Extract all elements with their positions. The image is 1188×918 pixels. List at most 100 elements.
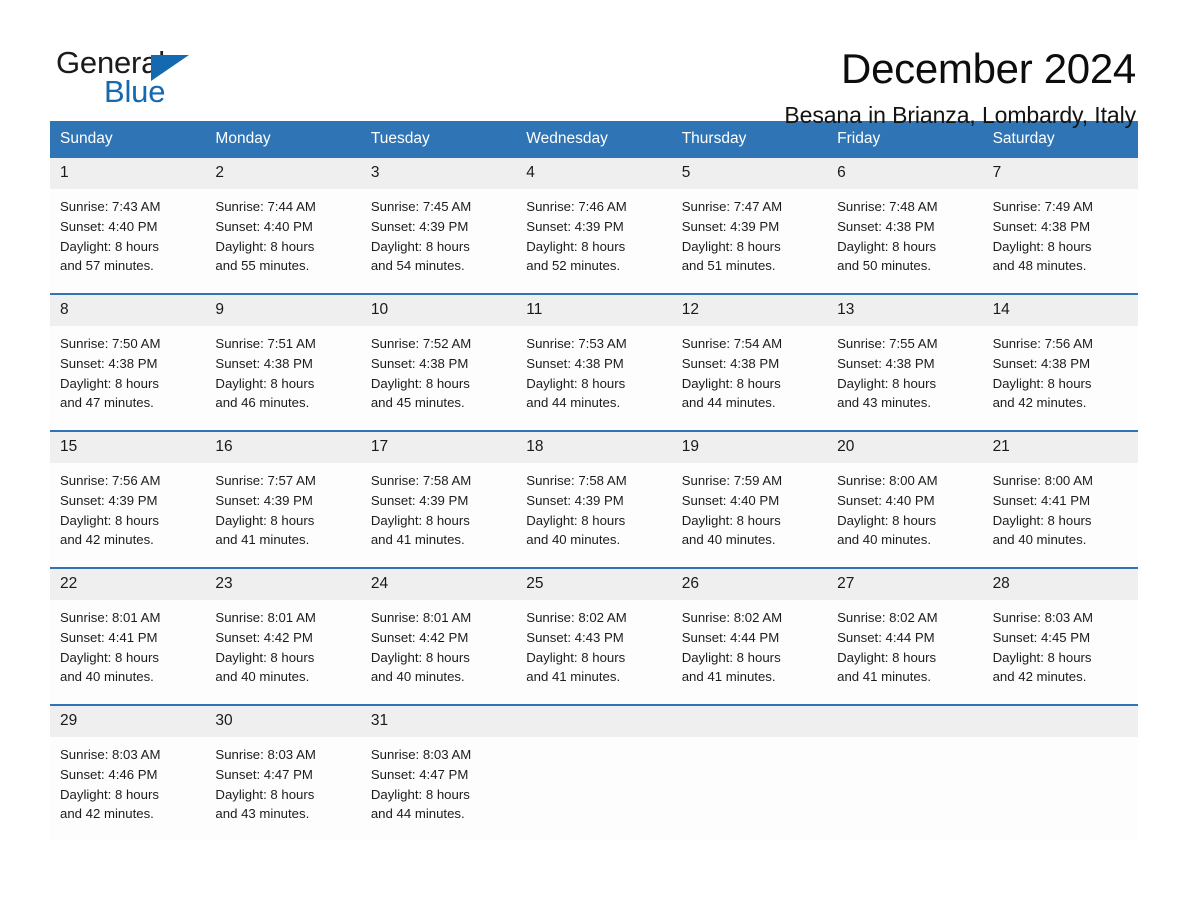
calendar-day-cell[interactable]: 13 Sunrise: 7:55 AM Sunset: 4:38 PM Dayligh… bbox=[827, 295, 983, 430]
daylight-duration-line2: and 41 minutes. bbox=[837, 669, 931, 685]
sunset-time: Sunset: 4:46 PM bbox=[60, 766, 158, 782]
sunrise-time: Sunrise: 8:02 AM bbox=[526, 610, 627, 625]
calendar-day-cell[interactable]: 4 Sunrise: 7:46 AM Sunset: 4:39 PM Daylight… bbox=[516, 158, 672, 293]
day-sun-info: Sunrise: 7:44 AM Sunset: 4:40 PM Daylight:… bbox=[205, 189, 360, 276]
day-number: 18 bbox=[516, 432, 672, 463]
calendar-day-cell[interactable]: 11 Sunrise: 7:53 AM Sunset: 4:38 PM Dayligh… bbox=[516, 295, 672, 430]
calendar-day-cell[interactable]: 20 Sunrise: 8:00 AM Sunset: 4:40 PM Dayligh… bbox=[827, 432, 983, 567]
sunset-time: Sunset: 4:38 PM bbox=[60, 355, 158, 371]
calendar-day-cell[interactable]: 6 Sunrise: 7:48 AM Sunset: 4:38 PM Daylight… bbox=[827, 158, 983, 293]
daylight-duration-line1: Daylight: 8 hours bbox=[681, 238, 781, 254]
weekday-header-tuesday: Tuesday bbox=[370, 130, 430, 147]
daylight-duration-line2: and 51 minutes. bbox=[681, 258, 776, 274]
calendar-day-cell[interactable]: 8 Sunrise: 7:50 AM Sunset: 4:38 PM Daylight… bbox=[50, 295, 206, 430]
calendar-day-cell[interactable]: 15 Sunrise: 7:56 AM Sunset: 4:39 PM Dayligh… bbox=[50, 432, 206, 567]
weekday-header-wednesday: Wednesday bbox=[526, 130, 608, 147]
day-number: 28 bbox=[982, 569, 1138, 600]
calendar-day-cell[interactable]: 23 Sunrise: 8:01 AM Sunset: 4:42 PM Dayligh… bbox=[205, 569, 361, 704]
daylight-duration-line1: Daylight: 8 hours bbox=[526, 238, 626, 254]
daylight-duration-line2: and 41 minutes. bbox=[681, 669, 776, 685]
day-number: 29 bbox=[50, 706, 206, 737]
daylight-duration-line1: Daylight: 8 hours bbox=[215, 375, 315, 391]
daylight-duration-line2: and 47 minutes. bbox=[60, 395, 154, 411]
daylight-duration-line1: Daylight: 8 hours bbox=[837, 375, 937, 391]
daylight-duration-line2: and 40 minutes. bbox=[681, 532, 776, 548]
calendar-day-cell[interactable]: 1 Sunrise: 7:43 AM Sunset: 4:40 PM Daylight… bbox=[50, 158, 206, 293]
sunrise-time: Sunrise: 7:57 AM bbox=[215, 473, 316, 488]
sunset-time: Sunset: 4:39 PM bbox=[215, 492, 313, 508]
calendar-day-cell[interactable]: 9 Sunrise: 7:51 AM Sunset: 4:38 PM Daylight… bbox=[205, 295, 361, 430]
calendar-day-cell[interactable]: 27 Sunrise: 8:02 AM Sunset: 4:44 PM Dayligh… bbox=[827, 569, 983, 704]
sunset-time: Sunset: 4:43 PM bbox=[526, 629, 624, 645]
sunrise-time: Sunrise: 7:46 AM bbox=[526, 199, 627, 214]
calendar-day-cell[interactable]: 25 Sunrise: 8:02 AM Sunset: 4:43 PM Dayligh… bbox=[516, 569, 672, 704]
calendar-day-cell[interactable]: 24 Sunrise: 8:01 AM Sunset: 4:42 PM Dayligh… bbox=[360, 569, 517, 704]
calendar-day-cell[interactable]: 29 Sunrise: 8:03 AM Sunset: 4:46 PM Dayligh… bbox=[50, 706, 206, 841]
day-number bbox=[516, 706, 672, 737]
calendar-day-cell[interactable]: 18 Sunrise: 7:58 AM Sunset: 4:39 PM Dayligh… bbox=[516, 432, 672, 567]
calendar-day-cell[interactable]: 28 Sunrise: 8:03 AM Sunset: 4:45 PM Dayligh… bbox=[982, 569, 1138, 704]
sunset-time: Sunset: 4:47 PM bbox=[215, 766, 313, 782]
daylight-duration-line2: and 40 minutes. bbox=[837, 532, 931, 548]
daylight-duration-line1: Daylight: 8 hours bbox=[60, 786, 159, 802]
sunset-time: Sunset: 4:38 PM bbox=[681, 355, 780, 371]
sunrise-time: Sunrise: 7:58 AM bbox=[526, 473, 627, 488]
daylight-duration-line2: and 50 minutes. bbox=[837, 258, 931, 274]
calendar-day-cell[interactable]: 30 Sunrise: 8:03 AM Sunset: 4:47 PM Dayligh… bbox=[205, 706, 361, 841]
calendar-day-cell[interactable]: 21 Sunrise: 8:00 AM Sunset: 4:41 PM Dayligh… bbox=[982, 432, 1138, 567]
calendar-day-cell[interactable]: 22 Sunrise: 8:01 AM Sunset: 4:41 PM Dayligh… bbox=[50, 569, 206, 704]
daylight-duration-line1: Daylight: 8 hours bbox=[215, 649, 315, 665]
calendar-day-cell[interactable]: 10 Sunrise: 7:52 AM Sunset: 4:38 PM Dayligh… bbox=[360, 295, 517, 430]
calendar-day-cell[interactable]: 14 Sunrise: 7:56 AM Sunset: 4:38 PM Dayligh… bbox=[982, 295, 1138, 430]
calendar-day-cell[interactable]: 5 Sunrise: 7:47 AM Sunset: 4:39 PM Daylight… bbox=[671, 158, 828, 293]
day-number: 8 bbox=[50, 295, 206, 326]
day-number: 21 bbox=[982, 432, 1138, 463]
day-sun-info: Sunrise: 8:02 AM Sunset: 4:44 PM Daylight:… bbox=[827, 600, 982, 687]
sunset-time: Sunset: 4:38 PM bbox=[215, 355, 313, 371]
daylight-duration-line2: and 40 minutes. bbox=[60, 669, 154, 685]
calendar-week-row: 8 Sunrise: 7:50 AM Sunset: 4:38 PM Daylight… bbox=[50, 293, 1138, 430]
day-number: 7 bbox=[982, 158, 1138, 189]
calendar-day-cell[interactable]: 2 Sunrise: 7:44 AM Sunset: 4:40 PM Daylight… bbox=[205, 158, 361, 293]
daylight-duration-line1: Daylight: 8 hours bbox=[681, 512, 781, 528]
day-number: 17 bbox=[360, 432, 517, 463]
sunset-time: Sunset: 4:45 PM bbox=[992, 629, 1091, 645]
sunset-time: Sunset: 4:42 PM bbox=[370, 629, 469, 645]
daylight-duration-line2: and 41 minutes. bbox=[526, 669, 621, 685]
sunrise-time: Sunrise: 7:52 AM bbox=[370, 336, 472, 351]
calendar-day-cell[interactable]: 16 Sunrise: 7:57 AM Sunset: 4:39 PM Dayligh… bbox=[205, 432, 361, 567]
day-number: 2 bbox=[205, 158, 361, 189]
calendar-day-cell[interactable]: 7 Sunrise: 7:49 AM Sunset: 4:38 PM Daylight… bbox=[982, 158, 1138, 293]
day-number: 23 bbox=[205, 569, 361, 600]
day-sun-info: Sunrise: 8:00 AM Sunset: 4:40 PM Daylight:… bbox=[827, 463, 982, 550]
daylight-duration-line1: Daylight: 8 hours bbox=[992, 238, 1092, 254]
day-sun-info: Sunrise: 8:02 AM Sunset: 4:44 PM Daylight:… bbox=[672, 600, 827, 687]
daylight-duration-line2: and 40 minutes. bbox=[526, 532, 621, 548]
sunset-time: Sunset: 4:39 PM bbox=[681, 218, 780, 234]
calendar-day-cell[interactable]: 19 Sunrise: 7:59 AM Sunset: 4:40 PM Dayligh… bbox=[671, 432, 828, 567]
day-sun-info: Sunrise: 7:53 AM Sunset: 4:38 PM Daylight:… bbox=[516, 326, 671, 413]
calendar-day-cell[interactable]: 3 Sunrise: 7:45 AM Sunset: 4:39 PM Daylight… bbox=[360, 158, 517, 293]
day-sun-info: Sunrise: 8:03 AM Sunset: 4:46 PM Daylight:… bbox=[50, 737, 205, 824]
calendar-day-cell[interactable]: 12 Sunrise: 7:54 AM Sunset: 4:38 PM Dayligh… bbox=[671, 295, 828, 430]
daylight-duration-line1: Daylight: 8 hours bbox=[837, 238, 937, 254]
sunrise-time: Sunrise: 8:01 AM bbox=[215, 610, 316, 625]
daylight-duration-line1: Daylight: 8 hours bbox=[681, 375, 781, 391]
daylight-duration-line2: and 54 minutes. bbox=[370, 258, 465, 274]
daylight-duration-line2: and 41 minutes. bbox=[370, 532, 465, 548]
day-sun-info: Sunrise: 7:59 AM Sunset: 4:40 PM Daylight:… bbox=[672, 463, 827, 550]
calendar-day-cell[interactable]: 17 Sunrise: 7:58 AM Sunset: 4:39 PM Dayligh… bbox=[360, 432, 517, 567]
weekday-header-sunday: Sunday bbox=[60, 130, 113, 147]
calendar-week-row: 22 Sunrise: 8:01 AM Sunset: 4:41 PM Dayligh… bbox=[50, 567, 1138, 704]
daylight-duration-line1: Daylight: 8 hours bbox=[370, 375, 470, 391]
daylight-duration-line2: and 42 minutes. bbox=[60, 806, 154, 822]
calendar-day-cell[interactable]: 26 Sunrise: 8:02 AM Sunset: 4:44 PM Dayligh… bbox=[671, 569, 828, 704]
sunset-time: Sunset: 4:38 PM bbox=[837, 355, 935, 371]
general-blue-logo[interactable]: General Blue bbox=[50, 44, 260, 110]
daylight-duration-line2: and 42 minutes. bbox=[60, 532, 154, 548]
calendar-day-cell[interactable]: 31 Sunrise: 8:03 AM Sunset: 4:47 PM Dayligh… bbox=[360, 706, 517, 841]
day-number: 26 bbox=[671, 569, 828, 600]
day-number bbox=[827, 706, 983, 737]
daylight-duration-line1: Daylight: 8 hours bbox=[992, 375, 1092, 391]
day-number: 31 bbox=[360, 706, 517, 737]
